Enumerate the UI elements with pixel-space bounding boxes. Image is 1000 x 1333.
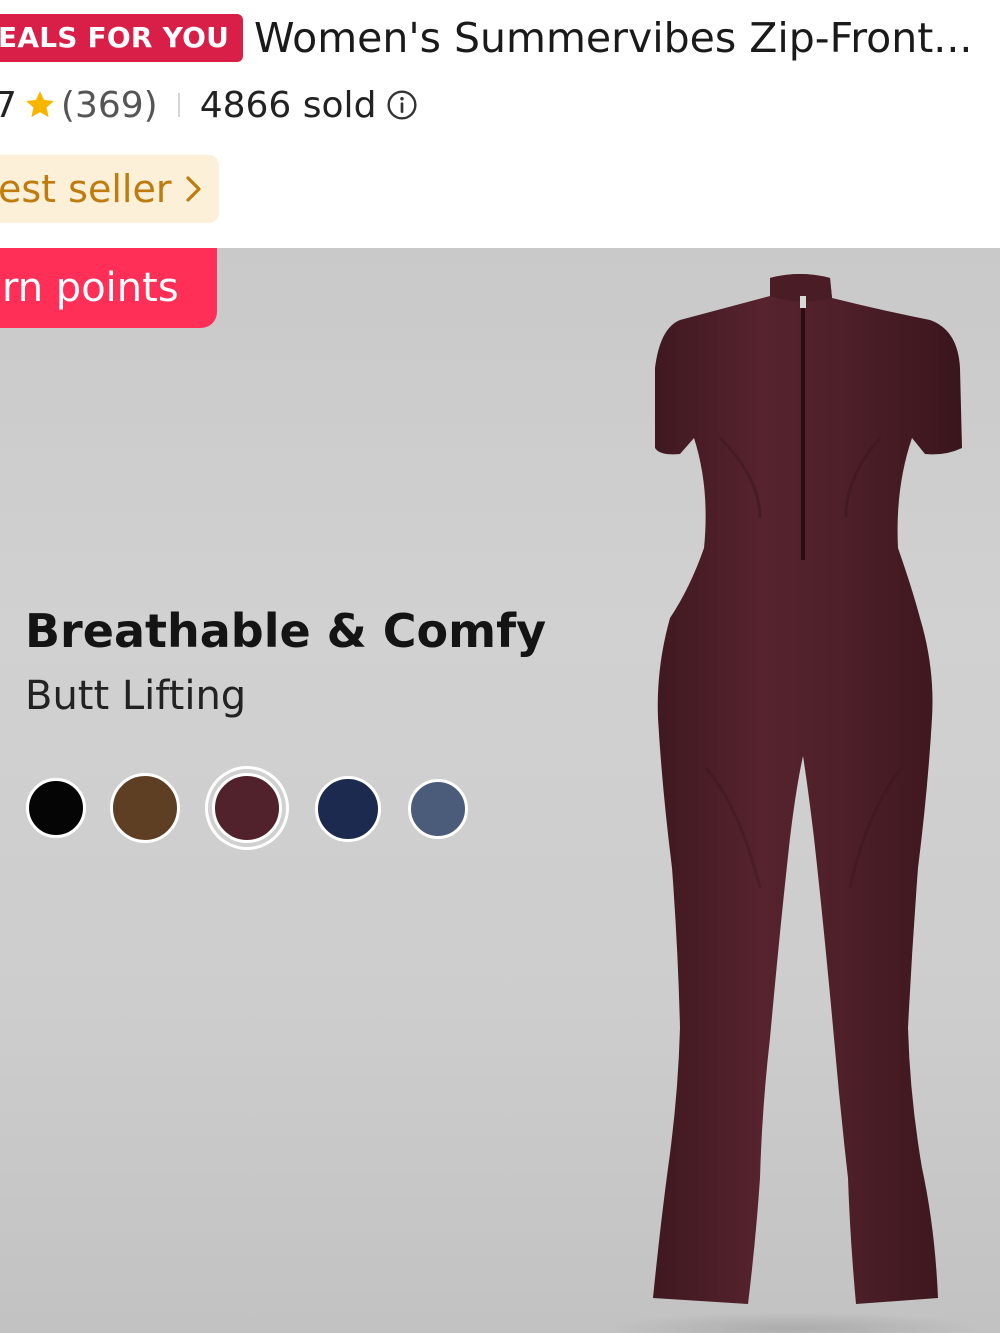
color-swatch-slate-blue[interactable] bbox=[408, 779, 468, 839]
color-swatch-navy[interactable] bbox=[315, 776, 381, 842]
color-swatch-burgundy[interactable] bbox=[212, 773, 282, 843]
info-icon[interactable] bbox=[386, 89, 418, 121]
color-swatches bbox=[26, 772, 486, 843]
earn-points-badge[interactable]: rn points bbox=[0, 248, 217, 328]
best-seller-label: est seller bbox=[0, 167, 172, 211]
feature-title: Breathable & Comfy bbox=[25, 604, 547, 658]
review-count[interactable]: (369) bbox=[61, 85, 158, 126]
chevron-right-icon bbox=[186, 176, 202, 202]
product-detail-page: EALS FOR YOU Women's Summervibes Zip-Fro… bbox=[0, 0, 1000, 1333]
rating-value: 7 bbox=[0, 84, 17, 126]
color-swatch-brown[interactable] bbox=[110, 773, 180, 843]
product-title: Women's Summervibes Zip-Front... bbox=[254, 14, 973, 62]
sold-count: 4866 sold bbox=[199, 84, 377, 126]
deals-for-you-badge[interactable]: EALS FOR YOU bbox=[0, 14, 244, 62]
product-image[interactable]: rn points Breathable & Comfy Butt Liftin… bbox=[0, 248, 1000, 1333]
star-icon bbox=[26, 91, 54, 118]
color-swatch-black[interactable] bbox=[26, 778, 86, 838]
best-seller-badge[interactable]: est seller bbox=[0, 155, 220, 223]
feature-subtitle: Butt Lifting bbox=[25, 673, 247, 719]
rating-row: 7 (369) 4866 sold bbox=[0, 78, 418, 132]
divider bbox=[177, 93, 180, 117]
